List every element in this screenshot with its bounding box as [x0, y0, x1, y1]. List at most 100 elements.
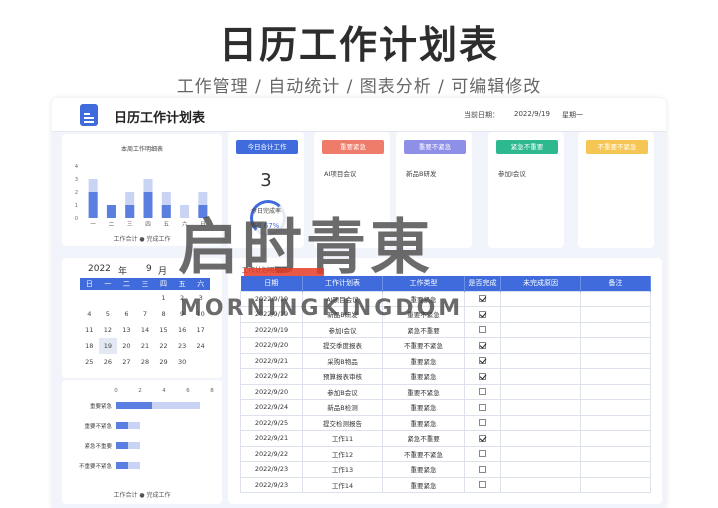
type-cell[interactable]: 重要紧急: [382, 399, 465, 416]
note-cell[interactable]: [580, 306, 651, 323]
type-cell[interactable]: 重要不紧急: [382, 383, 465, 400]
reason-cell[interactable]: [500, 383, 581, 400]
done-checkbox[interactable]: [479, 326, 486, 334]
done-cell[interactable]: [464, 290, 501, 307]
reason-cell[interactable]: [500, 337, 581, 354]
type-cell[interactable]: 重要紧急: [382, 368, 465, 385]
calendar-day[interactable]: 6: [117, 306, 136, 322]
note-cell[interactable]: [580, 290, 651, 307]
note-cell[interactable]: [580, 383, 651, 400]
done-cell[interactable]: [464, 306, 501, 323]
done-cell[interactable]: [464, 337, 501, 354]
calendar-day[interactable]: 28: [136, 354, 155, 370]
task-cell[interactable]: 提交季度报表: [302, 337, 383, 354]
calendar-day[interactable]: 19: [98, 338, 118, 354]
done-checkbox[interactable]: [479, 295, 486, 303]
note-cell[interactable]: [580, 461, 651, 478]
done-cell[interactable]: [464, 352, 501, 369]
calendar-day[interactable]: 27: [117, 354, 136, 370]
done-checkbox[interactable]: [479, 341, 486, 349]
calendar-day[interactable]: 8: [154, 306, 173, 322]
calendar-day[interactable]: 30: [173, 354, 192, 370]
calendar-day[interactable]: 22: [154, 338, 173, 354]
calendar-day[interactable]: 23: [173, 338, 192, 354]
calendar-day[interactable]: 15: [154, 322, 173, 338]
reason-cell[interactable]: [500, 306, 581, 323]
task-cell[interactable]: 新品B检测: [302, 399, 383, 416]
calendar-day[interactable]: 7: [136, 306, 155, 322]
task-cell[interactable]: 工作12: [302, 445, 383, 462]
task-cell[interactable]: 参加B会议: [302, 383, 383, 400]
type-cell[interactable]: 紧急不重要: [382, 430, 465, 447]
date-cell[interactable]: 2022/9/25: [240, 414, 303, 431]
done-cell[interactable]: [464, 383, 501, 400]
note-cell[interactable]: [580, 352, 651, 369]
calendar-day[interactable]: 18: [80, 338, 99, 354]
note-cell[interactable]: [580, 414, 651, 431]
calendar-year[interactable]: 2022: [88, 264, 111, 274]
done-cell[interactable]: [464, 399, 501, 416]
calendar-day[interactable]: 21: [136, 338, 155, 354]
task-cell[interactable]: 参加I会议: [302, 321, 383, 338]
note-cell[interactable]: [580, 321, 651, 338]
reason-cell[interactable]: [500, 445, 581, 462]
type-cell[interactable]: 重要紧急: [382, 414, 465, 431]
reason-cell[interactable]: [500, 399, 581, 416]
date-cell[interactable]: 2022/9/22: [240, 368, 303, 385]
calendar-day[interactable]: 16: [173, 322, 192, 338]
calendar-day[interactable]: 11: [80, 322, 99, 338]
calendar-day[interactable]: 1: [154, 290, 173, 306]
task-cell[interactable]: 预算报表审核: [302, 368, 383, 385]
calendar-day[interactable]: 14: [136, 322, 155, 338]
done-checkbox[interactable]: [479, 357, 486, 365]
done-checkbox[interactable]: [479, 465, 486, 473]
note-cell[interactable]: [580, 399, 651, 416]
type-cell[interactable]: 重要紧急: [382, 461, 465, 478]
done-cell[interactable]: [464, 430, 501, 447]
task-cell[interactable]: 采购B物品: [302, 352, 383, 369]
done-cell[interactable]: [464, 414, 501, 431]
done-checkbox[interactable]: [479, 434, 486, 442]
reason-cell[interactable]: [500, 368, 581, 385]
type-cell[interactable]: 不重要不紧急: [382, 445, 465, 462]
reason-cell[interactable]: [500, 476, 581, 493]
current-date-value[interactable]: 2022/9/19: [514, 110, 550, 118]
date-cell[interactable]: 2022/9/21: [240, 352, 303, 369]
reason-cell[interactable]: [500, 414, 581, 431]
note-cell[interactable]: [580, 337, 651, 354]
task-cell[interactable]: 提交检测报告: [302, 414, 383, 431]
task-cell[interactable]: 工作13: [302, 461, 383, 478]
date-cell[interactable]: 2022/9/23: [240, 476, 303, 493]
calendar-month[interactable]: 9: [146, 264, 152, 274]
calendar-day[interactable]: 12: [99, 322, 118, 338]
task-cell[interactable]: 工作11: [302, 430, 383, 447]
done-cell[interactable]: [464, 368, 501, 385]
type-cell[interactable]: 重要紧急: [382, 352, 465, 369]
done-cell[interactable]: [464, 476, 501, 493]
reason-cell[interactable]: [500, 461, 581, 478]
done-checkbox[interactable]: [479, 481, 486, 489]
done-checkbox[interactable]: [479, 450, 486, 458]
done-cell[interactable]: [464, 445, 501, 462]
calendar-day[interactable]: 5: [99, 306, 118, 322]
done-cell[interactable]: [464, 321, 501, 338]
type-cell[interactable]: 重要紧急: [382, 476, 465, 493]
reason-cell[interactable]: [500, 352, 581, 369]
calendar-day[interactable]: 17: [191, 322, 210, 338]
note-cell[interactable]: [580, 430, 651, 447]
date-cell[interactable]: 2022/9/19: [240, 321, 303, 338]
note-cell[interactable]: [580, 368, 651, 385]
date-cell[interactable]: 2022/9/23: [240, 461, 303, 478]
done-checkbox[interactable]: [479, 372, 486, 380]
date-cell[interactable]: 2022/9/24: [240, 399, 303, 416]
done-checkbox[interactable]: [479, 310, 486, 318]
done-checkbox[interactable]: [479, 403, 486, 411]
reason-cell[interactable]: [500, 321, 581, 338]
reason-cell[interactable]: [500, 430, 581, 447]
calendar-day[interactable]: 13: [117, 322, 136, 338]
date-cell[interactable]: 2022/9/20: [240, 337, 303, 354]
done-checkbox[interactable]: [479, 388, 486, 396]
calendar-day[interactable]: 26: [99, 354, 118, 370]
calendar-day[interactable]: 29: [154, 354, 173, 370]
type-cell[interactable]: 紧急不重要: [382, 321, 465, 338]
